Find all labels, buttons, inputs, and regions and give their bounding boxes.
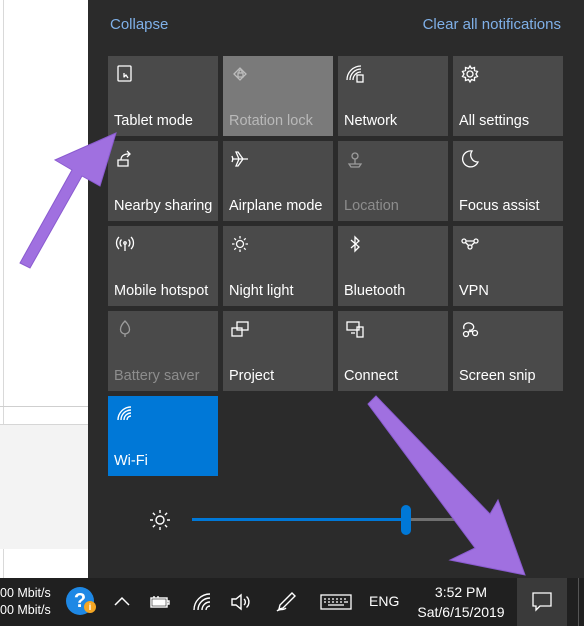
tile-label: Nearby sharing — [114, 198, 213, 214]
clear-all-notifications-link[interactable]: Clear all notifications — [423, 16, 561, 33]
tile-label: Screen snip — [459, 368, 536, 384]
brightness-slider-thumb[interactable] — [401, 505, 412, 535]
net-upload-speed: 00 Mbit/s — [0, 586, 51, 600]
tile-label: Rotation lock — [229, 113, 313, 129]
background-app-window — [0, 0, 88, 578]
tile-nearby-sharing[interactable]: Nearby sharing — [108, 141, 218, 221]
tile-label: Project — [229, 368, 275, 384]
gear-icon — [460, 64, 480, 84]
pen-ink-icon[interactable] — [274, 590, 298, 614]
tile-connect[interactable]: Connect — [338, 311, 448, 391]
battery-saver-icon — [115, 319, 135, 339]
moon-icon — [460, 149, 480, 169]
brightness-slider-fill — [192, 518, 407, 521]
tile-label: Location — [344, 198, 399, 214]
tile-label: Wi-Fi — [114, 453, 148, 469]
tile-label: VPN — [459, 283, 489, 299]
hotspot-icon — [115, 234, 135, 254]
tile-mobile-hotspot[interactable]: Mobile hotspot — [108, 226, 218, 306]
tile-night-light[interactable]: Night light — [223, 226, 333, 306]
network-icon — [345, 64, 365, 84]
tile-vpn[interactable]: VPN — [453, 226, 563, 306]
tile-battery-saver[interactable]: Battery saver — [108, 311, 218, 391]
tile-label: Airplane mode — [229, 198, 323, 214]
taskbar: 00 Mbit/s 00 Mbit/s ? i ENG 3:52 PM Sat/… — [0, 578, 584, 626]
tile-location[interactable]: Location — [338, 141, 448, 221]
network-tray-icon[interactable] — [190, 590, 214, 614]
screen-snip-icon — [460, 319, 480, 339]
bluetooth-icon — [345, 234, 365, 254]
brightness-icon — [149, 509, 171, 531]
info-badge-glyph: i — [88, 602, 92, 612]
notification-icon — [532, 592, 552, 612]
background-app-panel — [0, 424, 88, 549]
brightness-control — [144, 505, 544, 536]
collapse-link[interactable]: Collapse — [110, 16, 168, 33]
tile-project[interactable]: Project — [223, 311, 333, 391]
tile-tablet-mode[interactable]: Tablet mode — [108, 56, 218, 136]
brightness-slider[interactable] — [192, 505, 474, 535]
tile-label: Bluetooth — [344, 283, 406, 299]
clock-date: Sat/6/15/2019 — [417, 604, 505, 620]
net-download-speed: 00 Mbit/s — [0, 603, 51, 617]
tile-label: All settings — [459, 113, 530, 129]
battery-icon[interactable] — [148, 590, 172, 614]
tile-rotation-lock[interactable]: Rotation lock — [223, 56, 333, 136]
tile-label: Focus assist — [459, 198, 540, 214]
tile-network[interactable]: Network — [338, 56, 448, 136]
action-center: Collapse Clear all notifications Tablet … — [88, 0, 584, 578]
night-light-icon — [230, 234, 250, 254]
tile-label: Mobile hotspot — [114, 283, 209, 299]
connect-icon — [345, 319, 365, 339]
rotation-lock-icon — [230, 64, 250, 84]
network-speed: 00 Mbit/s 00 Mbit/s — [0, 585, 51, 619]
tile-bluetooth[interactable]: Bluetooth — [338, 226, 448, 306]
language-indicator[interactable]: ENG — [369, 593, 399, 609]
tile-focus-assist[interactable]: Focus assist — [453, 141, 563, 221]
tile-airplane-mode[interactable]: Airplane mode — [223, 141, 333, 221]
tile-label: Tablet mode — [114, 113, 193, 129]
clock-time: 3:52 PM — [434, 584, 488, 600]
action-center-header: Collapse Clear all notifications — [88, 0, 584, 50]
chevron-up-icon[interactable] — [110, 590, 134, 614]
vpn-icon — [460, 234, 480, 254]
tile-label: Connect — [344, 368, 399, 384]
tablet-mode-icon — [115, 64, 135, 84]
project-icon — [230, 319, 250, 339]
clock[interactable]: 3:52 PM Sat/6/15/2019 — [411, 582, 511, 622]
keyboard-icon[interactable] — [320, 590, 352, 614]
airplane-icon — [230, 149, 250, 169]
divider — [0, 406, 88, 407]
show-desktop-button[interactable] — [578, 578, 579, 626]
action-center-button[interactable] — [517, 578, 567, 626]
tile-wifi[interactable]: Wi-Fi — [108, 396, 218, 476]
nearby-sharing-icon — [115, 149, 135, 169]
tile-all-settings[interactable]: All settings — [453, 56, 563, 136]
tile-label: Night light — [229, 283, 294, 299]
tile-label: Battery saver — [114, 368, 200, 384]
tile-label: Network — [344, 113, 398, 129]
wifi-icon — [115, 404, 135, 424]
tile-screen-snip[interactable]: Screen snip — [453, 311, 563, 391]
volume-icon[interactable] — [229, 590, 253, 614]
info-badge-icon: i — [84, 601, 96, 613]
location-icon — [345, 149, 365, 169]
